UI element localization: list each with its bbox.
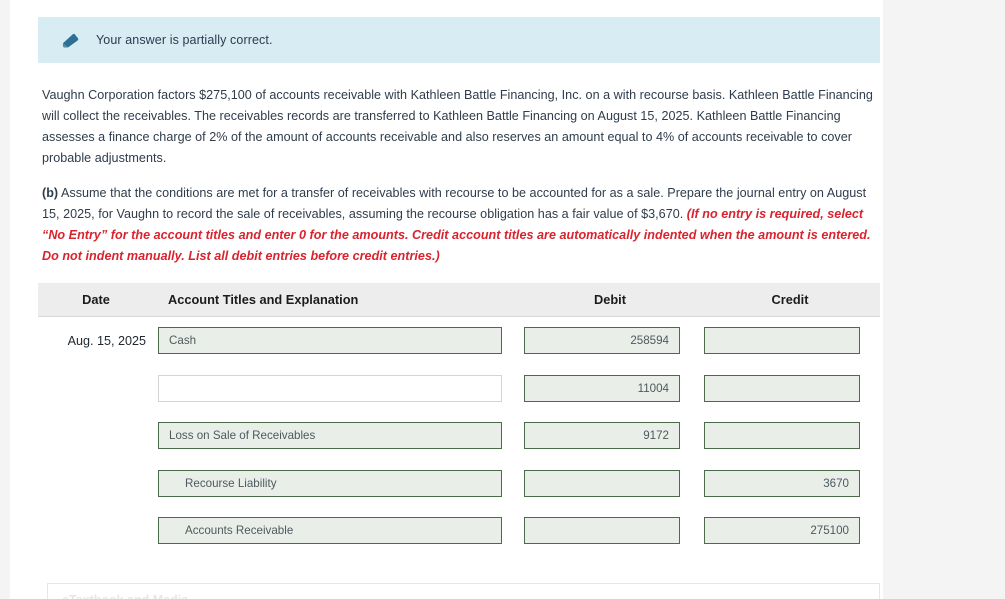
column-header-date: Date bbox=[82, 292, 110, 307]
problem-part-b-text: (b) Assume that the conditions are met f… bbox=[42, 183, 883, 267]
cell-debit: 9172 bbox=[520, 422, 700, 450]
account-title-input[interactable]: Cash bbox=[158, 327, 502, 355]
journal-entry-table: Date Account Titles and Explanation Debi… bbox=[38, 283, 880, 555]
debit-input[interactable] bbox=[524, 469, 680, 497]
table-body: Aug. 15, 2025 Cash 258594 11004 Loss on Sale… bbox=[38, 317, 880, 555]
column-header-account: Account Titles and Explanation bbox=[168, 292, 359, 307]
problem-intro-text: Vaughn Corporation factors $275,100 of a… bbox=[42, 88, 873, 165]
status-banner-text: Your answer is partially correct. bbox=[96, 33, 273, 47]
account-title-input[interactable]: Loss on Sale of Receivables bbox=[158, 422, 502, 450]
table-row: Accounts Receivable 275100 bbox=[38, 507, 880, 555]
debit-input[interactable] bbox=[524, 517, 680, 545]
cell-account-title bbox=[154, 374, 520, 402]
table-row: 11004 bbox=[38, 365, 880, 413]
etextbook-and-media-panel[interactable]: eTextbook and Media bbox=[47, 583, 880, 599]
status-banner: Your answer is partially correct. bbox=[38, 17, 880, 63]
cell-debit: 258594 bbox=[520, 327, 700, 355]
credit-input[interactable]: 3670 bbox=[704, 469, 860, 497]
table-row: Loss on Sale of Receivables 9172 bbox=[38, 412, 880, 460]
credit-input[interactable] bbox=[704, 374, 860, 402]
account-title-input[interactable] bbox=[158, 374, 502, 402]
cell-credit: 275100 bbox=[700, 517, 880, 545]
account-title-input[interactable]: Accounts Receivable bbox=[158, 517, 502, 545]
cell-debit bbox=[520, 517, 700, 545]
cell-credit bbox=[700, 422, 880, 450]
cell-credit bbox=[700, 327, 880, 355]
cell-debit bbox=[520, 469, 700, 497]
cell-date: Aug. 15, 2025 bbox=[67, 333, 146, 348]
account-title-input[interactable]: Recourse Liability bbox=[158, 469, 502, 497]
cell-account-title: Cash bbox=[154, 327, 520, 355]
debit-input[interactable]: 258594 bbox=[524, 327, 680, 355]
column-header-debit: Debit bbox=[594, 292, 626, 307]
cell-account-title: Recourse Liability bbox=[154, 469, 520, 497]
table-row: Recourse Liability 3670 bbox=[38, 460, 880, 508]
credit-input[interactable] bbox=[704, 422, 860, 450]
credit-input[interactable] bbox=[704, 327, 860, 355]
part-label: (b) bbox=[42, 186, 59, 200]
eraser-icon bbox=[62, 33, 79, 48]
credit-input[interactable]: 275100 bbox=[704, 517, 860, 545]
page-content: Your answer is partially correct. Vaughn… bbox=[10, 0, 883, 599]
cell-account-title: Accounts Receivable bbox=[154, 517, 520, 545]
cell-credit: 3670 bbox=[700, 469, 880, 497]
debit-input[interactable]: 9172 bbox=[524, 422, 680, 450]
etextbook-and-media-label: eTextbook and Media bbox=[62, 593, 188, 599]
table-header-row: Date Account Titles and Explanation Debi… bbox=[38, 283, 880, 317]
cell-account-title: Loss on Sale of Receivables bbox=[154, 422, 520, 450]
column-header-credit: Credit bbox=[771, 292, 809, 307]
debit-input[interactable]: 11004 bbox=[524, 374, 680, 402]
cell-debit: 11004 bbox=[520, 374, 700, 402]
cell-credit bbox=[700, 374, 880, 402]
table-row: Aug. 15, 2025 Cash 258594 bbox=[38, 317, 880, 365]
